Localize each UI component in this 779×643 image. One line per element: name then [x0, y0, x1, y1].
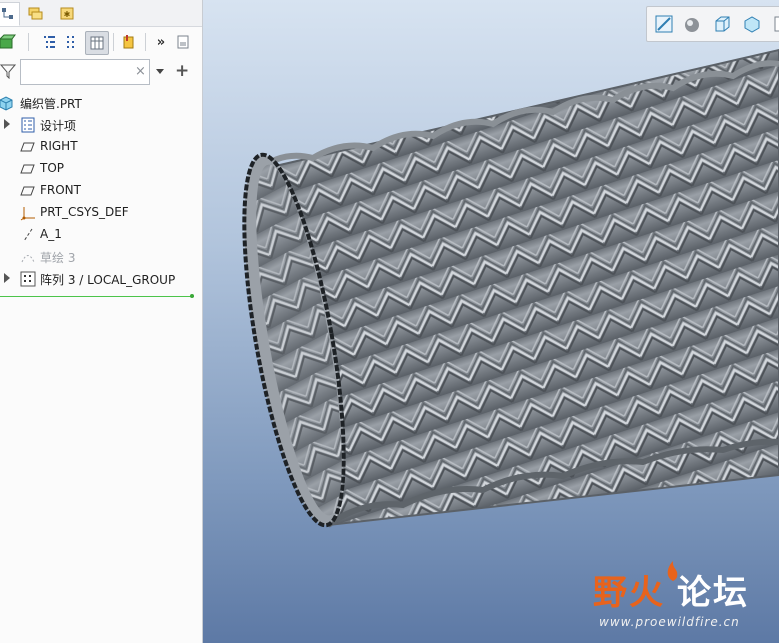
datum-axis-icon	[20, 227, 36, 243]
navigator-tab-bar: ✱	[0, 0, 202, 27]
tree-item-front-plane[interactable]: FRONT	[0, 180, 202, 202]
saved-views-button[interactable]	[739, 12, 765, 36]
expand-arrow-icon[interactable]	[4, 273, 10, 283]
tree-item-part[interactable]: 编织管.PRT	[0, 92, 202, 114]
tab-folder-browser[interactable]	[24, 2, 46, 24]
tree-settings-button[interactable]	[172, 31, 194, 53]
filter-icon[interactable]	[0, 63, 17, 82]
tree-item-csys[interactable]: PRT_CSYS_DEF	[0, 202, 202, 224]
view-box-icon	[715, 16, 730, 32]
saved-views-icon	[744, 16, 760, 33]
sketch-icon	[20, 249, 36, 265]
tree-columns-toggle-button[interactable]	[85, 31, 109, 55]
refit-button[interactable]	[651, 12, 677, 36]
table-columns-icon	[90, 36, 104, 50]
tree-list-icon	[44, 36, 55, 48]
tab-model-tree[interactable]	[0, 2, 20, 26]
forum-watermark: 野火 论坛 www.proewildfire.cn	[593, 561, 763, 635]
view-toolbar	[646, 6, 779, 42]
favorites-icon: ✱	[60, 7, 74, 20]
tree-item-sketch[interactable]: 草绘 3	[0, 246, 202, 268]
more-view-tools-button[interactable]	[767, 12, 779, 36]
layer-cube-icon	[0, 34, 16, 49]
datum-plane-icon	[20, 183, 36, 199]
tree-item-axis[interactable]: A_1	[0, 224, 202, 246]
filter-dropdown-icon[interactable]	[156, 69, 164, 74]
view-orientation-button[interactable]	[709, 12, 735, 36]
watermark-title-part1: 野火	[593, 573, 665, 613]
tree-item-top-plane[interactable]: TOP	[0, 158, 202, 180]
tree-item-pattern[interactable]: 阵列 3 / LOCAL_GROUP	[0, 268, 202, 290]
insert-here-handle[interactable]	[190, 294, 194, 298]
toolbar-separator	[113, 33, 114, 51]
tree-item-label: RIGHT	[40, 139, 78, 153]
document-settings-icon	[177, 35, 189, 49]
more-chevron-icon: »	[156, 34, 166, 50]
tree-item-label: 编织管.PRT	[20, 97, 82, 111]
part-icon	[0, 95, 14, 111]
tree-item-label: 草绘 3	[40, 251, 76, 265]
model-tree-icon	[2, 8, 13, 19]
design-items-icon	[20, 117, 36, 133]
flame-icon	[667, 561, 678, 581]
model-tree-toolbar: »	[0, 27, 202, 57]
tree-filter-row: × +	[0, 58, 202, 88]
tree-search-input[interactable]	[20, 59, 150, 85]
highlight-features-button[interactable]	[118, 31, 140, 53]
toolbar-separator	[145, 33, 146, 51]
tree-dots-icon	[67, 36, 74, 48]
datum-plane-icon	[20, 161, 36, 177]
tree-item-label: 设计项	[40, 119, 77, 133]
tree-filter-settings-button[interactable]	[60, 31, 82, 53]
shading-icon	[685, 18, 699, 32]
expand-arrow-icon[interactable]	[4, 119, 10, 129]
watermark-url: www.proewildfire.cn	[599, 615, 740, 629]
graphics-viewport[interactable]: 野火 论坛 www.proewildfire.cn	[203, 0, 779, 643]
layer-tree-button[interactable]	[0, 31, 18, 53]
more-tools-button[interactable]: »	[150, 31, 172, 53]
feature-highlight-icon	[123, 35, 134, 49]
datum-plane-icon	[20, 139, 36, 155]
toolbar-separator	[28, 33, 29, 51]
tab-favorites[interactable]: ✱	[56, 2, 78, 24]
coordinate-system-icon	[20, 205, 36, 221]
watermark-title-part2: 论坛	[677, 573, 749, 613]
model-tree-panel: ✱ » × + 编织管.PRT 设计项 RIGHT TOP FRONT PRT_…	[0, 0, 203, 643]
more-icon	[774, 16, 779, 32]
display-style-button[interactable]	[679, 12, 705, 36]
pattern-icon	[20, 271, 36, 287]
tree-item-label: A_1	[40, 227, 62, 241]
refit-icon	[655, 15, 673, 33]
tree-item-label: 阵列 3 / LOCAL_GROUP	[40, 273, 176, 287]
tree-item-right-plane[interactable]: RIGHT	[0, 136, 202, 158]
show-tree-columns-button[interactable]	[38, 31, 60, 53]
braided-tube-model	[242, 48, 779, 528]
funnel-icon	[0, 64, 17, 80]
folder-browser-icon	[28, 7, 43, 20]
tree-item-label: TOP	[40, 161, 65, 175]
tree-item-design-items[interactable]: 设计项	[0, 114, 202, 136]
insert-here-marker[interactable]	[0, 296, 194, 297]
tree-item-label: FRONT	[40, 183, 81, 197]
svg-text:✱: ✱	[64, 10, 71, 19]
add-filter-icon[interactable]: +	[175, 61, 189, 81]
clear-search-icon[interactable]: ×	[135, 64, 146, 79]
tree-item-label: PRT_CSYS_DEF	[40, 205, 129, 219]
